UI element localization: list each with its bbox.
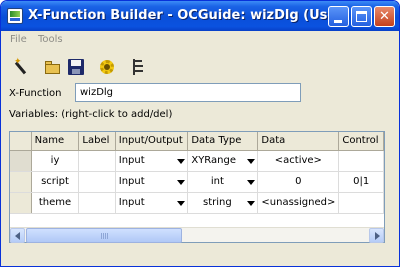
cell-label[interactable] bbox=[78, 171, 116, 193]
minimize-button[interactable] bbox=[328, 6, 349, 27]
close-icon: ✕ bbox=[379, 9, 390, 24]
x-function-builder-window: X-Function Builder - OCGuide: wizDlg (Us… bbox=[0, 0, 400, 267]
window-title: X-Function Builder - OCGuide: wizDlg (Us… bbox=[28, 8, 349, 23]
column-header-input-output[interactable]: Input/Output bbox=[115, 132, 189, 151]
close-button[interactable]: ✕ bbox=[374, 6, 395, 27]
x-function-name-input[interactable] bbox=[75, 83, 301, 102]
column-header-name[interactable]: Name bbox=[31, 132, 80, 151]
save-disk-icon[interactable] bbox=[67, 58, 85, 76]
cell-data-type-dropdown[interactable]: string bbox=[187, 192, 259, 214]
row-header-corner bbox=[10, 132, 32, 151]
minimize-icon bbox=[334, 20, 342, 23]
menu-file[interactable]: File bbox=[10, 34, 27, 45]
horizontal-scrollbar[interactable] bbox=[10, 227, 384, 243]
row-header[interactable] bbox=[10, 192, 32, 214]
toolbar: ✦ bbox=[1, 54, 399, 80]
maximize-icon bbox=[356, 11, 367, 22]
cell-data[interactable]: <unassigned> bbox=[257, 192, 340, 214]
row-header[interactable] bbox=[10, 150, 32, 172]
dropdown-arrow-icon[interactable] bbox=[247, 200, 256, 206]
cell-data-type-dropdown[interactable]: XYRange bbox=[187, 150, 259, 172]
menu-tools[interactable]: Tools bbox=[38, 34, 63, 45]
column-header-data-type[interactable]: Data Type bbox=[187, 132, 259, 151]
cell-label[interactable] bbox=[78, 192, 116, 214]
title-bar[interactable]: X-Function Builder - OCGuide: wizDlg (Us… bbox=[1, 1, 399, 31]
column-header-control[interactable]: Control bbox=[338, 132, 384, 151]
table-row[interactable]: iy Input XYRange <active> bbox=[10, 150, 384, 172]
cell-data-type-value: string bbox=[203, 197, 232, 208]
dropdown-arrow-icon[interactable] bbox=[177, 179, 186, 185]
cell-control[interactable]: 0|1 bbox=[338, 171, 384, 193]
column-header-label[interactable]: Label bbox=[78, 132, 116, 151]
cell-label[interactable] bbox=[78, 150, 116, 172]
menu-bar: File Tools bbox=[1, 31, 399, 49]
x-function-label: X-Function bbox=[9, 88, 62, 99]
cell-control[interactable] bbox=[338, 150, 384, 172]
dropdown-arrow-icon[interactable] bbox=[177, 200, 186, 206]
scroll-left-icon[interactable] bbox=[10, 228, 25, 243]
table-row[interactable]: script Input int 0 0|1 bbox=[10, 171, 384, 193]
scrollbar-grip-icon bbox=[101, 233, 109, 239]
table-row[interactable]: theme Input string <unassigned> bbox=[10, 192, 384, 214]
cell-input-output-dropdown[interactable]: Input bbox=[115, 150, 189, 172]
row-header[interactable] bbox=[10, 171, 32, 193]
cell-input-output-value: Input bbox=[118, 155, 145, 166]
cell-input-output-value: Input bbox=[118, 197, 145, 208]
cell-name[interactable]: iy bbox=[31, 150, 80, 172]
app-icon bbox=[7, 8, 23, 24]
cell-data-type-value: int bbox=[210, 176, 224, 187]
maximize-button[interactable] bbox=[351, 6, 372, 27]
cell-data[interactable]: 0 bbox=[257, 171, 340, 193]
new-wand-icon[interactable]: ✦ bbox=[13, 58, 31, 76]
cell-data-type-value: XYRange bbox=[191, 155, 236, 166]
cell-input-output-dropdown[interactable]: Input bbox=[115, 192, 189, 214]
grid-header-row: Name Label Input/Output Data Type Data C… bbox=[10, 132, 384, 151]
compile-gear-icon[interactable] bbox=[98, 58, 116, 76]
cell-data-type-dropdown[interactable]: int bbox=[187, 171, 259, 193]
cell-control[interactable] bbox=[338, 192, 384, 214]
scroll-right-icon[interactable] bbox=[369, 228, 384, 243]
dropdown-arrow-icon[interactable] bbox=[177, 158, 186, 164]
cell-name[interactable]: script bbox=[31, 171, 80, 193]
open-folder-icon[interactable] bbox=[44, 58, 62, 76]
cell-input-output-dropdown[interactable]: Input bbox=[115, 171, 189, 193]
dropdown-arrow-icon[interactable] bbox=[247, 179, 256, 185]
scrollbar-thumb[interactable] bbox=[26, 228, 182, 243]
dropdown-arrow-icon[interactable] bbox=[247, 158, 256, 164]
cell-name[interactable]: theme bbox=[31, 192, 80, 214]
tree-view-icon[interactable] bbox=[129, 58, 147, 76]
column-header-data[interactable]: Data bbox=[257, 132, 340, 151]
variables-label: Variables: (right-click to add/del) bbox=[9, 109, 173, 120]
cell-input-output-value: Input bbox=[118, 176, 145, 187]
cell-data[interactable]: <active> bbox=[257, 150, 340, 172]
